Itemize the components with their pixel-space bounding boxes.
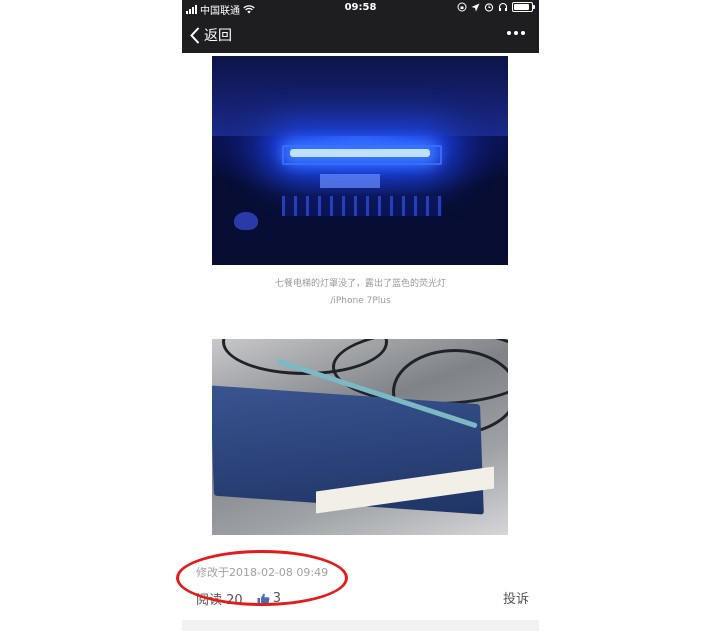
notebook-photo — [212, 339, 508, 535]
lock-rotation-icon — [457, 2, 467, 12]
location-icon — [471, 3, 480, 11]
back-label: 返回 — [204, 28, 232, 44]
back-button[interactable]: 返回 — [190, 25, 232, 45]
elevator-light-photo — [212, 56, 508, 265]
section-divider — [182, 620, 539, 631]
nav-bar: 返回 — [182, 17, 539, 53]
photo-caption: 七餐电梯的灯罩没了，露出了蓝色的荧光灯 — [274, 279, 446, 289]
status-right — [457, 2, 535, 12]
alarm-icon — [484, 3, 494, 12]
status-bar: 中国联通 09:58 — [182, 0, 539, 17]
annotation-circle — [176, 550, 348, 606]
more-options-icon[interactable] — [507, 31, 525, 35]
chevron-left-icon — [190, 26, 200, 44]
headphones-icon — [498, 2, 508, 11]
report-link[interactable]: 投诉 — [503, 588, 529, 607]
photo-caption-device: /iPhone 7Plus — [330, 296, 391, 306]
battery-icon — [512, 2, 535, 12]
phone-screen: 中国联通 09:58 返回 七餐电梯的灯罩没了，露出了蓝色的荧光灯 /iPhon… — [182, 0, 539, 631]
